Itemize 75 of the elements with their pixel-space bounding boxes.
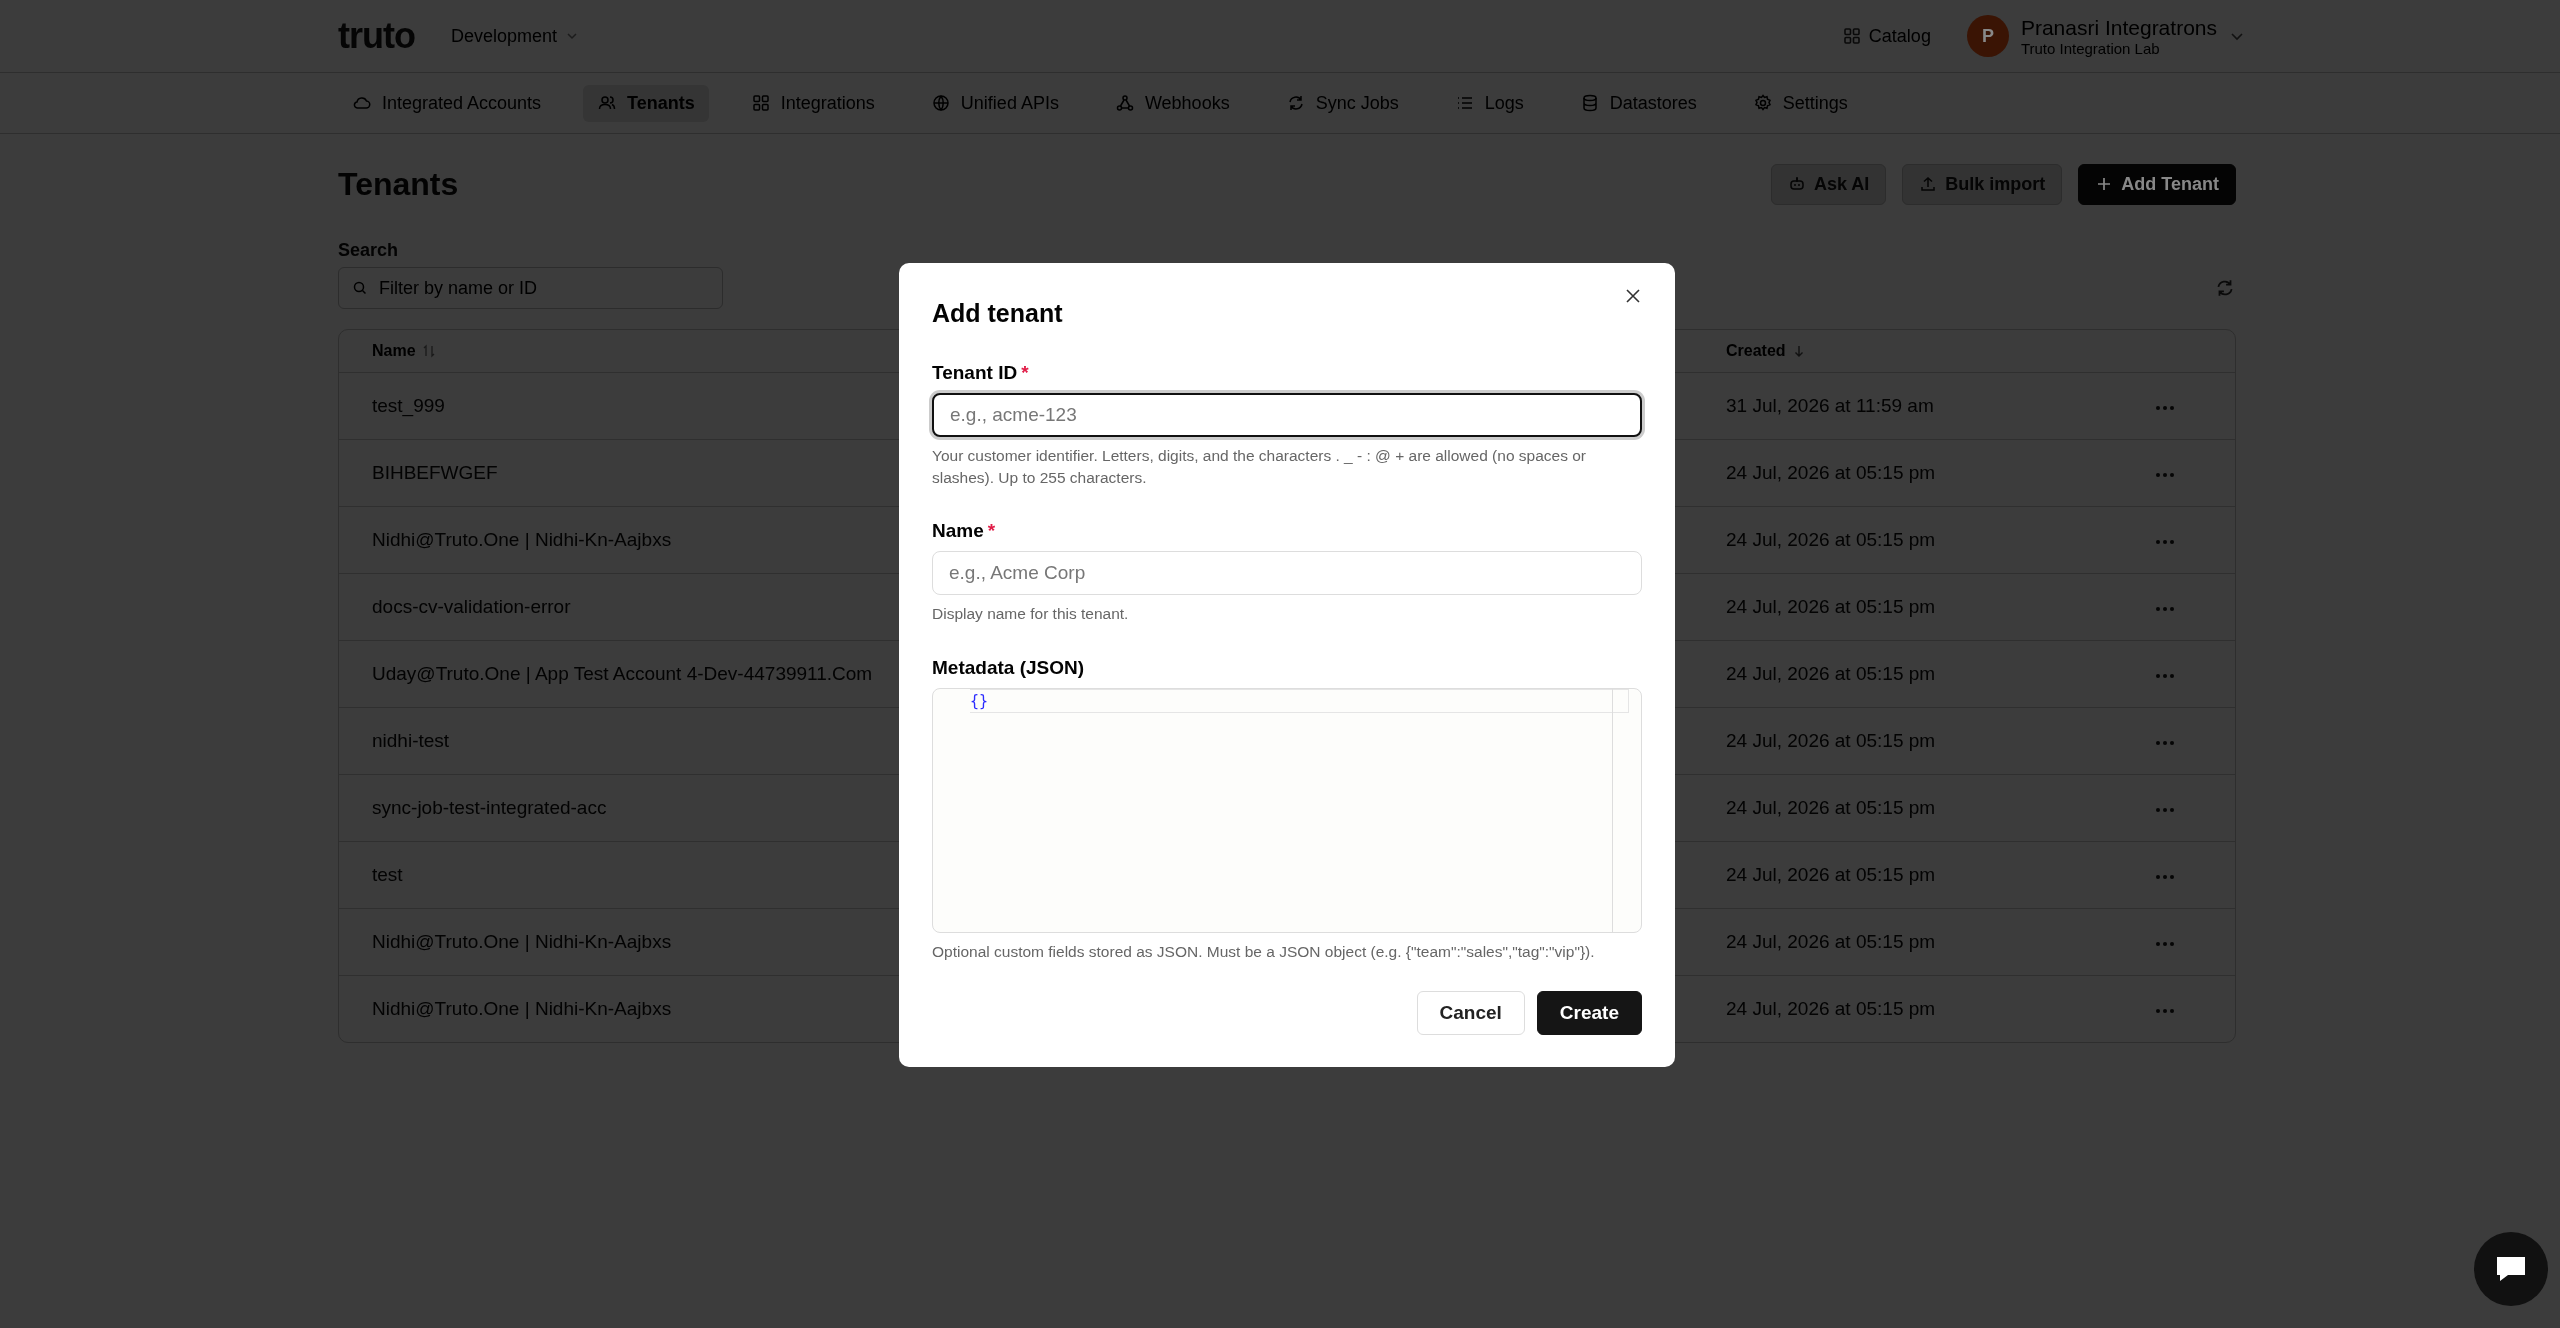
table-cell: 31 Jul, 2026 at 11:59 am <box>1726 395 1934 416</box>
environment-dropdown[interactable]: Development <box>450 25 580 47</box>
more-icon[interactable] <box>2155 1008 2175 1014</box>
nav-tab[interactable]: Logs <box>1440 84 1538 122</box>
sort-icon <box>421 344 436 358</box>
grid-icon <box>1842 27 1861 45</box>
chat-icon <box>2494 1254 2528 1284</box>
more-icon[interactable] <box>2155 874 2175 880</box>
table-cell: nidhi-test <box>372 730 450 751</box>
table-cell: 24 Jul, 2026 at 05:15 pm <box>1726 931 1936 952</box>
add-button[interactable]: Add Tenant <box>2078 163 2236 205</box>
table-cell: Nidhi@Truto.One | Nidhi-Kn-Aajbxs <box>372 998 672 1019</box>
column-header[interactable]: Name <box>372 342 436 360</box>
more-icon[interactable] <box>2155 539 2175 545</box>
table-cell: 24 Jul, 2026 at 05:15 pm <box>1726 462 1936 483</box>
nav-tab[interactable]: Settings <box>1738 84 1862 122</box>
more-icon[interactable] <box>2155 740 2175 746</box>
table-cell: Nidhi@Truto.One | Nidhi-Kn-Aajbxs <box>372 931 672 952</box>
dialog-title: Add tenant <box>932 299 1063 328</box>
required-mark: * <box>987 520 996 543</box>
table-cell: Nidhi@Truto.One | Nidhi-Kn-Aajbxs <box>372 529 672 550</box>
create-button[interactable]: Create <box>1536 990 1642 1035</box>
globe-icon <box>930 93 951 113</box>
table-cell: 24 Jul, 2026 at 05:15 pm <box>1726 797 1936 818</box>
table-cell: 24 Jul, 2026 at 05:15 pm <box>1726 730 1936 751</box>
help-text: Your customer identifier. Letters, digits, and the characters . _ - : @ + are allowed (no spaces or slashes). Up to 255 characters. <box>932 446 1587 488</box>
table-cell: 24 Jul, 2026 at 05:15 pm <box>1726 596 1936 617</box>
table-cell: docs-cv-validation-error <box>372 596 571 617</box>
grid-icon <box>750 93 771 113</box>
field-label: Tenant ID <box>932 362 1018 384</box>
nav-tab[interactable]: Sync Jobs <box>1271 84 1413 122</box>
nav-tab[interactable]: Integrations <box>736 84 889 122</box>
field-label: Name <box>932 520 984 543</box>
table-cell: 24 Jul, 2026 at 05:15 pm <box>1726 663 1936 684</box>
nav-tab[interactable]: Unified APIs <box>916 84 1073 122</box>
search-field[interactable]: Filter by name or ID <box>338 267 723 309</box>
catalog-button[interactable]: Catalog <box>1842 25 1931 47</box>
nav-tab[interactable]: Webhooks <box>1100 84 1244 122</box>
table-cell: Uday@Truto.One | App Test Account 4-Dev-44739911.Com <box>372 663 873 684</box>
table-cell: BIHBEFWGEF <box>372 462 498 483</box>
code-editor[interactable]: {} <box>932 688 1642 934</box>
nav-tab[interactable]: Integrated Accounts <box>338 84 556 122</box>
more-icon[interactable] <box>2155 405 2175 411</box>
more-icon[interactable] <box>2155 606 2175 612</box>
nav-tab[interactable]: Datastores <box>1565 84 1711 122</box>
search-icon <box>352 280 368 296</box>
page-title: Tenants <box>338 165 459 203</box>
more-icon[interactable] <box>2155 673 2175 679</box>
input-field[interactable]: e.g., acme-123 <box>932 393 1642 437</box>
webhook-icon <box>1114 93 1135 113</box>
table-cell: 24 Jul, 2026 at 05:15 pm <box>1726 864 1936 885</box>
table-cell: 24 Jul, 2026 at 05:15 pm <box>1726 529 1936 550</box>
more-icon[interactable] <box>2155 472 2175 478</box>
user-avatar[interactable]: P <box>1966 15 2009 57</box>
more-icon[interactable] <box>2155 807 2175 813</box>
table-cell: sync-job-test-integrated-acc <box>372 797 607 818</box>
upload-icon <box>1919 175 1938 193</box>
help-text: Display name for this tenant. <box>932 604 1130 625</box>
more-icon[interactable] <box>2155 941 2175 947</box>
code-text: {} <box>970 692 989 711</box>
search-label: Search <box>338 240 399 260</box>
cancel-button[interactable]: Cancel <box>1416 990 1525 1035</box>
table-cell: test_999 <box>372 395 445 416</box>
table-cell: 24 Jul, 2026 at 05:15 pm <box>1726 998 1936 1019</box>
settings-icon <box>1752 93 1773 113</box>
logo[interactable]: truto <box>338 15 415 57</box>
table-cell: test <box>372 864 403 885</box>
help-text: Optional custom fields stored as JSON. Must be a JSON object (e.g. {"team":"sales","tag":"vip"}). <box>932 942 1596 963</box>
organization-name: Truto Integration Lab <box>2020 39 2161 57</box>
user-name: Pranasri Integratrons <box>2020 15 2217 40</box>
column-header[interactable]: Created <box>1726 342 1806 360</box>
close-icon[interactable] <box>1624 287 1642 305</box>
field-label: Metadata (JSON) <box>932 657 1085 680</box>
robot-icon <box>1787 175 1806 193</box>
required-mark: * <box>1021 362 1029 384</box>
